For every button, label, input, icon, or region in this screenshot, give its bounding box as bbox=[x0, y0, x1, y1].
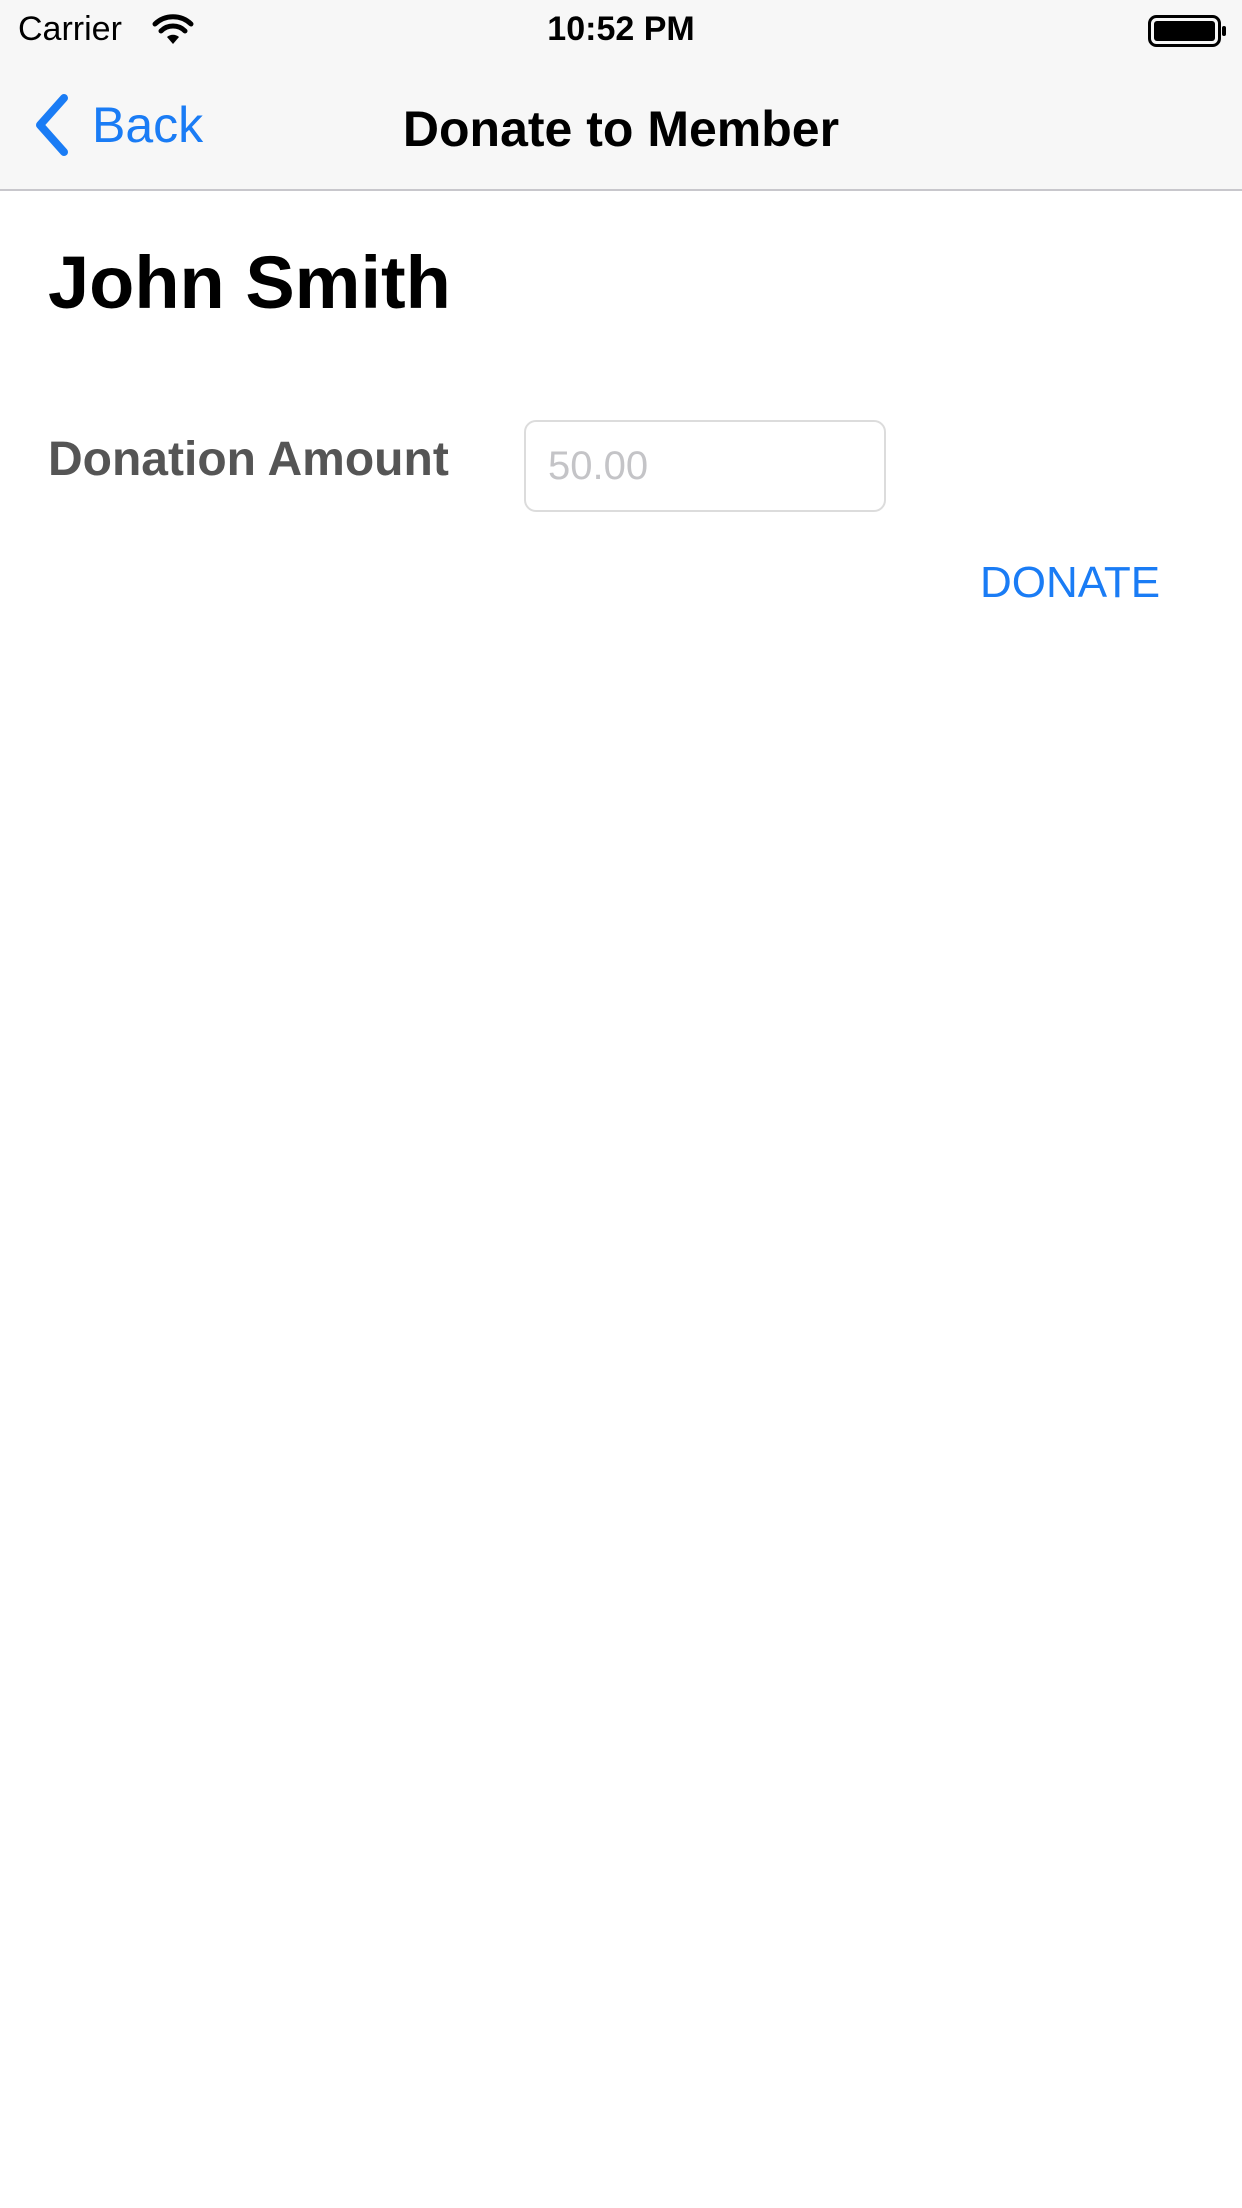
donation-amount-label: Donation Amount bbox=[48, 433, 449, 486]
donate-button[interactable]: DONATE bbox=[980, 558, 1160, 608]
member-name-heading: John Smith bbox=[48, 241, 451, 324]
status-time: 10:52 PM bbox=[547, 10, 695, 48]
status-bar: Carrier 10:52 PM bbox=[0, 0, 1242, 60]
donate-screen: Carrier 10:52 PM Back Donate to Member J… bbox=[0, 0, 1242, 2208]
page-title: Donate to Member bbox=[402, 101, 840, 157]
navigation-bar: Back Donate to Member bbox=[0, 60, 1242, 191]
donation-amount-input[interactable] bbox=[524, 420, 886, 512]
battery-full-icon bbox=[1148, 15, 1226, 47]
